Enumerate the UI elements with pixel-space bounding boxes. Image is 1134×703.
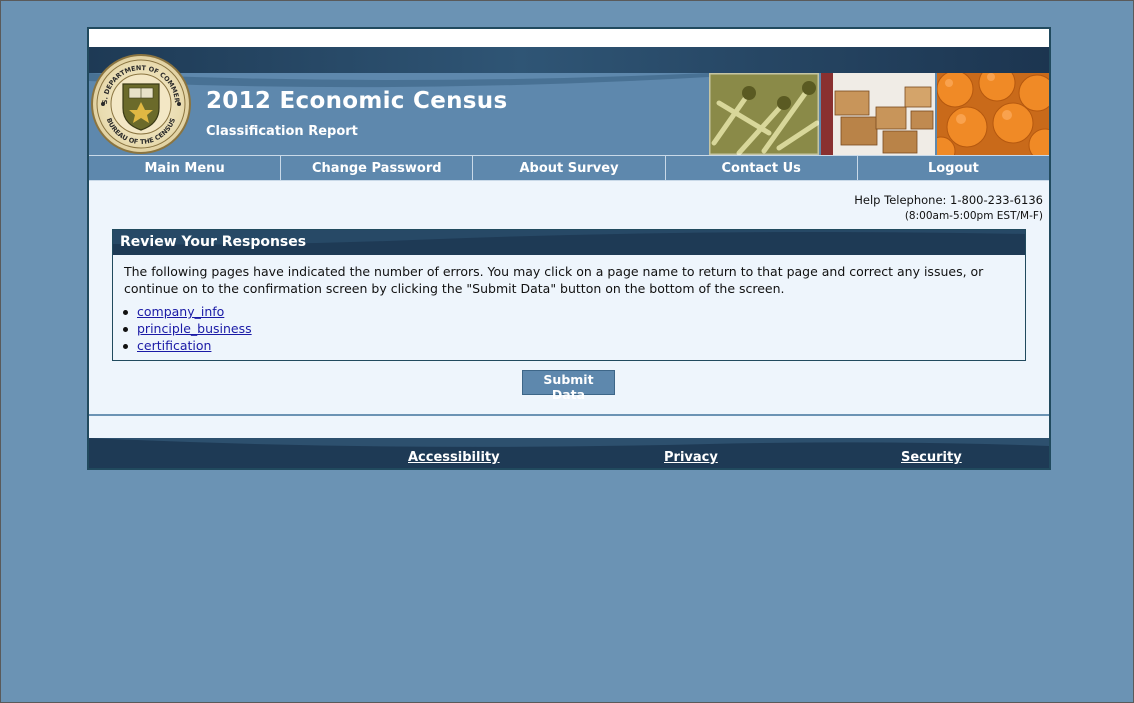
principle-business-link[interactable]: principle_business (137, 321, 252, 336)
page-container: U.S. DEPARTMENT OF COMMERCE BUREAU OF TH… (87, 27, 1051, 470)
main-nav: Main Menu Change Password About Survey C… (89, 155, 1049, 181)
nav-logout[interactable]: Logout (858, 156, 1049, 180)
nav-about-survey[interactable]: About Survey (473, 156, 666, 180)
list-item: principle_business (123, 320, 252, 337)
census-bureau-seal-icon: U.S. DEPARTMENT OF COMMERCE BUREAU OF TH… (91, 54, 191, 154)
oranges-photo-icon (937, 73, 1049, 155)
review-responses-panel: Review Your Responses The following page… (112, 229, 1026, 361)
list-item: certification (123, 337, 252, 354)
list-item: company_info (123, 303, 252, 320)
nav-main-menu[interactable]: Main Menu (89, 156, 282, 180)
page-subtitle: Classification Report (206, 124, 358, 139)
page-title: 2012 Economic Census (206, 88, 508, 114)
certification-link[interactable]: certification (137, 338, 211, 353)
review-page-list: company_info principle_business certific… (123, 303, 252, 354)
top-strip (89, 29, 1049, 47)
site-header: U.S. DEPARTMENT OF COMMERCE BUREAU OF TH… (89, 47, 1049, 155)
boxes-photo-icon (821, 73, 935, 155)
security-link[interactable]: Security (901, 450, 962, 465)
accessibility-link[interactable]: Accessibility (408, 450, 500, 465)
review-panel-header: Review Your Responses (113, 230, 1025, 255)
help-telephone-number: Help Telephone: 1-800-233-6136 (854, 193, 1043, 207)
screws-photo-icon (709, 73, 819, 155)
submit-data-button[interactable]: Submit Data (522, 370, 615, 402)
nav-change-password[interactable]: Change Password (281, 156, 474, 180)
nav-contact-us[interactable]: Contact Us (666, 156, 858, 180)
site-footer: Accessibility Privacy Security (89, 438, 1049, 468)
help-hours: (8:00am-5:00pm EST/M-F) (904, 210, 1043, 222)
privacy-link[interactable]: Privacy (664, 450, 718, 465)
help-telephone: Help Telephone: 1-800-233-6136 (8:00am-5… (854, 192, 1043, 224)
review-panel-title: Review Your Responses (120, 234, 307, 250)
review-instructions: The following pages have indicated the n… (124, 264, 984, 296)
content-divider (89, 414, 1049, 416)
header-photo-strip (709, 73, 1049, 155)
company-info-link[interactable]: company_info (137, 304, 224, 319)
